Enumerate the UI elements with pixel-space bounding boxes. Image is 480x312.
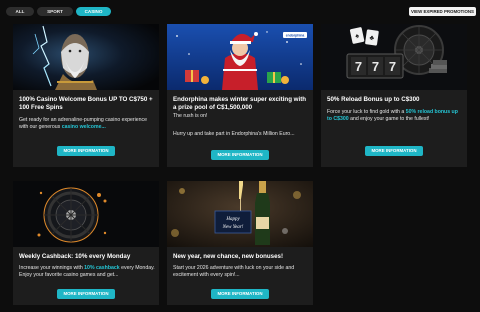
card-description-line-1: The rush is on! bbox=[173, 113, 208, 119]
endorphina-logo: endorphina bbox=[286, 34, 305, 38]
svg-text:Happy: Happy bbox=[225, 217, 240, 222]
card-body: 50% Reload Bonus up to C$300 Force your … bbox=[321, 90, 467, 167]
card-description-line-2: Hurry up and take part in Endorphina's M… bbox=[173, 131, 295, 137]
card-description: Start your 2026 adventure with luck on y… bbox=[173, 265, 295, 279]
champagne-new-year-image: Happy New Year! bbox=[167, 181, 313, 247]
slot-777-roulette-image: ♠ ♣ 7 7 7 bbox=[321, 24, 467, 90]
filter-all-chip[interactable]: ALL bbox=[6, 7, 34, 16]
svg-text:7: 7 bbox=[355, 59, 362, 74]
svg-text:7: 7 bbox=[389, 59, 396, 74]
promo-card-new-year: Happy New Year! New year, new chance, ne… bbox=[167, 181, 313, 305]
promo-card-weekly-cashback: Weekly Cashback: 10% every Monday Increa… bbox=[13, 181, 159, 305]
card-title: Weekly Cashback: 10% every Monday bbox=[19, 253, 131, 260]
card-title: Endorphina makes winter super exciting w… bbox=[173, 96, 307, 111]
more-information-button[interactable]: MORE INFORMATION bbox=[365, 146, 423, 156]
card-body: 100% Casino Welcome Bonus UP TO C$750 + … bbox=[13, 90, 159, 167]
card-title: 100% Casino Welcome Bonus UP TO C$750 + … bbox=[19, 96, 153, 111]
card-description: Increase your winnings with 10% cashback… bbox=[19, 265, 155, 279]
card-body: Weekly Cashback: 10% every Monday Increa… bbox=[13, 247, 159, 305]
more-information-button[interactable]: MORE INFORMATION bbox=[57, 146, 115, 156]
cashback-link[interactable]: 10% cashback bbox=[84, 265, 119, 271]
filter-sport-chip[interactable]: SPORT bbox=[37, 7, 73, 16]
card-body: Endorphina makes winter super exciting w… bbox=[167, 90, 313, 167]
svg-text:7: 7 bbox=[372, 59, 379, 74]
more-information-button[interactable]: MORE INFORMATION bbox=[57, 289, 115, 299]
promo-card-welcome-bonus: 100% Casino Welcome Bonus UP TO C$750 + … bbox=[13, 24, 159, 167]
view-expired-promotions-button[interactable]: VIEW EXPIRED PROMOTIONS bbox=[409, 7, 476, 16]
svg-text:New Year!: New Year! bbox=[222, 225, 244, 230]
santa-gifts-image: endorphina bbox=[167, 24, 313, 90]
roulette-wheel-image bbox=[13, 181, 159, 247]
card-title: New year, new chance, new bonuses! bbox=[173, 253, 284, 260]
promo-card-endorphina: endorphina Endorphina makes winter super… bbox=[167, 24, 313, 167]
card-description: Force your luck to find gold with a 50% … bbox=[327, 109, 458, 123]
zeus-lightning-image bbox=[13, 24, 159, 90]
category-filters: ALL SPORT CASINO bbox=[6, 7, 111, 16]
card-title: 50% Reload Bonus up to C$300 bbox=[327, 96, 420, 103]
more-information-button[interactable]: MORE INFORMATION bbox=[211, 150, 269, 160]
filter-casino-chip[interactable]: CASINO bbox=[76, 7, 111, 16]
promo-card-reload-bonus: ♠ ♣ 7 7 7 50% Reload Bonus up to C$300 F… bbox=[321, 24, 467, 167]
card-body: New year, new chance, new bonuses! Start… bbox=[167, 247, 313, 305]
more-information-button[interactable]: MORE INFORMATION bbox=[211, 289, 269, 299]
card-description: Get ready for an adrenaline-pumping casi… bbox=[19, 117, 148, 131]
casino-welcome-link[interactable]: casino welcome... bbox=[62, 124, 106, 130]
